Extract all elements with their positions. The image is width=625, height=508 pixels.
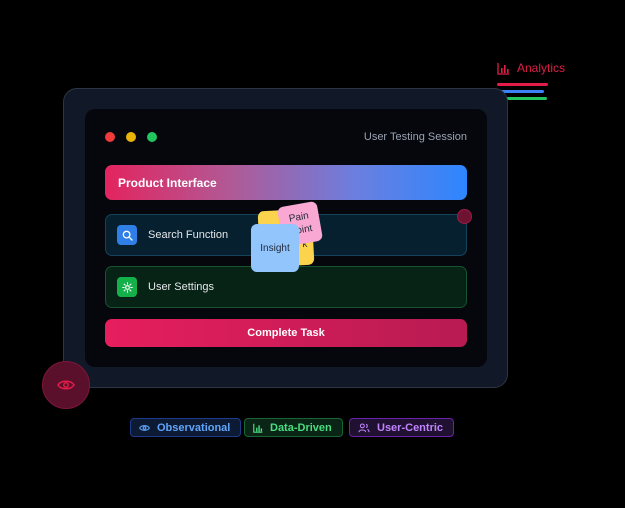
eye-icon: [139, 424, 150, 431]
tag-data-driven: Data-Driven: [244, 418, 343, 437]
gear-icon: [117, 277, 137, 297]
sticky-note-insight[interactable]: Insight: [251, 224, 299, 272]
analytics-legend: Analytics: [497, 61, 565, 75]
window-close-dot[interactable]: [105, 132, 115, 142]
sticky-note-insight-label: Insight: [260, 242, 290, 254]
tag-observational: Observational: [130, 418, 242, 437]
complete-task-button[interactable]: Complete Task: [105, 319, 467, 347]
tag-data-driven-label: Data-Driven: [270, 421, 332, 434]
tag-user-centric-label: User-Centric: [377, 421, 444, 434]
analytics-label: Analytics: [517, 61, 566, 75]
tag-observational-label: Observational: [157, 421, 231, 434]
eye-icon: [57, 380, 75, 390]
window-minimize-dot[interactable]: [126, 132, 136, 142]
window-title: User Testing Session: [363, 131, 467, 143]
analytics-bar-red: [497, 83, 548, 86]
bar-chart-icon: [253, 423, 263, 433]
product-interface-banner: Product Interface: [105, 165, 467, 200]
user-settings-label: User Settings: [148, 281, 215, 293]
search-icon: [117, 225, 137, 245]
observe-button[interactable]: [42, 361, 90, 409]
users-icon: [358, 422, 370, 432]
recording-indicator: [457, 209, 472, 224]
user-settings-row[interactable]: User Settings: [105, 266, 467, 308]
product-interface-label: Product Interface: [118, 175, 217, 190]
search-function-label: Search Function: [148, 229, 229, 241]
bar-chart-icon: [497, 62, 509, 75]
window-maximize-dot[interactable]: [147, 132, 157, 142]
tag-user-centric: User-Centric: [349, 418, 455, 437]
